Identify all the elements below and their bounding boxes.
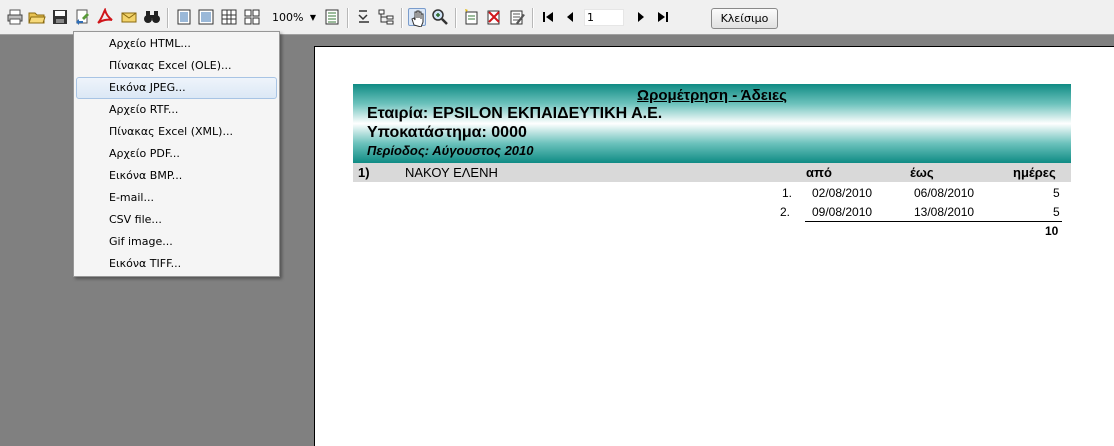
chevron-down-icon: ▼ bbox=[309, 13, 316, 22]
total-days: 10 bbox=[1045, 224, 1059, 238]
preview-toolbar: 100% ▼ Κλείσιμο bbox=[0, 0, 1114, 35]
toolbar-separator bbox=[455, 8, 457, 28]
toolbar-separator bbox=[347, 8, 349, 28]
row-date-to: 06/08/2010 bbox=[914, 186, 975, 200]
menu-item-gif[interactable]: Gif image... bbox=[76, 231, 277, 253]
row-date-from: 02/08/2010 bbox=[812, 186, 873, 200]
row-index: 1. bbox=[782, 186, 793, 200]
report-header: Ωρομέτρηση - Άδειες Εταιρία: EPSILON ΕΚΠ… bbox=[353, 84, 1071, 163]
menu-item-jpeg[interactable]: Εικόνα JPEG... bbox=[76, 77, 277, 99]
menu-item-pdf[interactable]: Αρχείο PDF... bbox=[76, 143, 277, 165]
page-width-view-icon[interactable] bbox=[197, 8, 215, 26]
branch-line: Υποκατάστημα: 0000 bbox=[367, 124, 527, 141]
menu-item-rtf[interactable]: Αρχείο RTF... bbox=[76, 99, 277, 121]
total-rule bbox=[805, 221, 1062, 222]
single-page-view-icon[interactable] bbox=[175, 8, 193, 26]
col-header-from: από bbox=[806, 165, 832, 180]
page-number-input[interactable] bbox=[584, 9, 624, 26]
report-title: Ωρομέτρηση - Άδειες bbox=[637, 87, 787, 104]
multi-page-view-icon[interactable] bbox=[220, 8, 238, 26]
zoom-magnifier-icon[interactable] bbox=[431, 8, 449, 26]
first-page-icon[interactable] bbox=[539, 8, 557, 26]
tree-structure-icon[interactable] bbox=[377, 8, 395, 26]
previous-page-icon[interactable] bbox=[561, 8, 579, 26]
zoom-select[interactable]: 100% ▼ bbox=[270, 9, 318, 26]
company-line: Εταιρία: EPSILON ΕΚΠΑΙΔΕΥΤΙΚΗ Α.Ε. bbox=[367, 105, 663, 122]
col-header-days: ημέρες bbox=[1013, 165, 1056, 180]
email-icon[interactable] bbox=[120, 8, 138, 26]
edit-page-icon[interactable] bbox=[508, 8, 526, 26]
menu-item-email[interactable]: E-mail... bbox=[76, 187, 277, 209]
row-date-to: 13/08/2010 bbox=[914, 205, 975, 219]
col-header-to: έως bbox=[910, 165, 934, 180]
export-icon[interactable] bbox=[74, 8, 92, 26]
period-line: Περίοδος: Αύγουστος 2010 bbox=[367, 143, 534, 158]
zoom-value: 100% bbox=[272, 11, 304, 24]
new-page-icon[interactable] bbox=[462, 8, 480, 26]
row-days: 5 bbox=[1053, 205, 1060, 219]
delete-page-icon[interactable] bbox=[485, 8, 503, 26]
menu-item-html[interactable]: Αρχείο HTML... bbox=[76, 33, 277, 55]
row-date-from: 09/08/2010 bbox=[812, 205, 873, 219]
find-binoculars-icon[interactable] bbox=[143, 8, 161, 26]
page-setup-icon[interactable] bbox=[323, 8, 341, 26]
menu-item-excel-ole[interactable]: Πίνακας Excel (OLE)... bbox=[76, 55, 277, 77]
menu-item-excel-xml[interactable]: Πίνακας Excel (XML)... bbox=[76, 121, 277, 143]
toolbar-separator bbox=[401, 8, 403, 28]
employee-group-row: 1) ΝΑΚΟΥ ΕΛΕΝΗ από έως ημέρες bbox=[353, 163, 1071, 182]
next-page-icon[interactable] bbox=[632, 8, 650, 26]
group-number: 1) bbox=[358, 165, 370, 180]
open-folder-icon[interactable] bbox=[28, 8, 46, 26]
close-button[interactable]: Κλείσιμο bbox=[711, 8, 778, 29]
pdf-icon[interactable] bbox=[96, 8, 114, 26]
employee-name: ΝΑΚΟΥ ΕΛΕΝΗ bbox=[405, 165, 498, 180]
menu-item-tiff[interactable]: Εικόνα TIFF... bbox=[76, 253, 277, 275]
print-icon[interactable] bbox=[6, 8, 24, 26]
outline-icon[interactable] bbox=[355, 8, 373, 26]
row-index: 2. bbox=[780, 205, 791, 219]
export-menu: Αρχείο HTML... Πίνακας Excel (OLE)... Ει… bbox=[73, 31, 280, 277]
toolbar-separator bbox=[532, 8, 534, 28]
last-page-icon[interactable] bbox=[654, 8, 672, 26]
thumbnails-view-icon[interactable] bbox=[243, 8, 261, 26]
report-page: Ωρομέτρηση - Άδειες Εταιρία: EPSILON ΕΚΠ… bbox=[314, 46, 1114, 446]
save-icon[interactable] bbox=[51, 8, 69, 26]
hand-pan-icon[interactable] bbox=[408, 8, 426, 27]
menu-item-bmp[interactable]: Εικόνα BMP... bbox=[76, 165, 277, 187]
row-days: 5 bbox=[1053, 186, 1060, 200]
toolbar-separator bbox=[167, 8, 169, 28]
menu-item-csv[interactable]: CSV file... bbox=[76, 209, 277, 231]
